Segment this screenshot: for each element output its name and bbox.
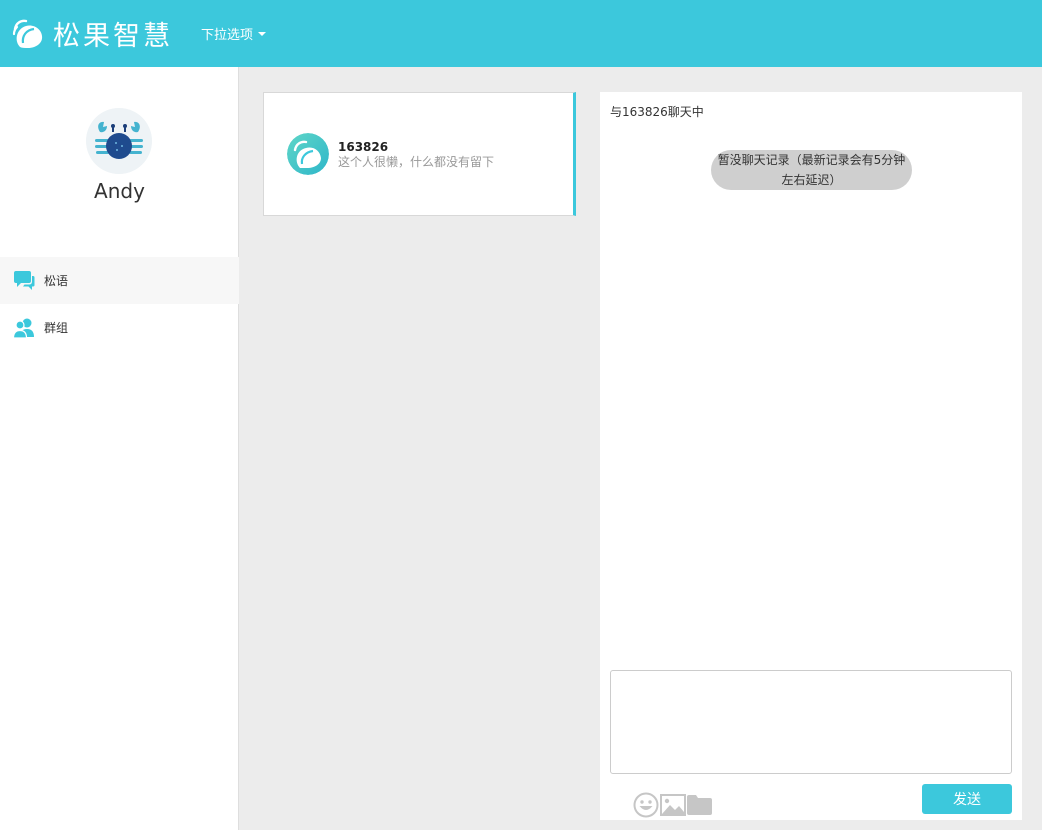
message-input[interactable] [610, 670, 1012, 774]
group-icon [13, 318, 34, 339]
sidebar-item-groups[interactable]: 群组 [0, 304, 239, 351]
crab-icon [86, 108, 152, 174]
empty-history-notice: 暂没聊天记录（最新记录会有5分钟左右延迟） [711, 150, 912, 190]
contact-item[interactable]: 163826 这个人很懒，什么都没有留下 [263, 92, 576, 216]
send-button[interactable]: 发送 [922, 784, 1012, 814]
contact-signature: 这个人很懒，什么都没有留下 [338, 154, 495, 169]
sidebar-item-label: 松语 [44, 274, 69, 288]
options-dropdown[interactable]: 下拉选项 [201, 24, 267, 43]
contact-info: 163826 这个人很懒，什么都没有留下 [338, 139, 494, 170]
caret-down-icon [258, 32, 267, 36]
chat-title: 与163826聊天中 [610, 105, 704, 119]
avatar[interactable] [86, 108, 152, 174]
contact-avatar [287, 133, 329, 175]
emoji-icon[interactable] [633, 792, 659, 818]
image-icon[interactable] [660, 794, 686, 816]
chat-panel: 与163826聊天中 暂没聊天记录（最新记录会有5分钟左右延迟） 发送 [600, 92, 1022, 820]
dropdown-label: 下拉选项 [201, 28, 254, 43]
pinecone-logo-icon [12, 19, 43, 48]
contact-name: 163826 [338, 139, 389, 154]
user-name: Andy [94, 179, 145, 203]
sidebar: Andy 松语 群组 [0, 67, 239, 830]
top-bar: 松果智慧 下拉选项 [0, 0, 1042, 67]
brand-name: 松果智慧 [53, 21, 173, 52]
chat-bubble-icon [14, 270, 35, 290]
folder-icon[interactable] [687, 795, 712, 815]
sidebar-item-chat[interactable]: 松语 [0, 257, 239, 304]
sidebar-item-label: 群组 [44, 321, 69, 335]
brand-logo[interactable]: 松果智慧 [12, 14, 173, 53]
pinecone-logo-icon [287, 133, 329, 175]
